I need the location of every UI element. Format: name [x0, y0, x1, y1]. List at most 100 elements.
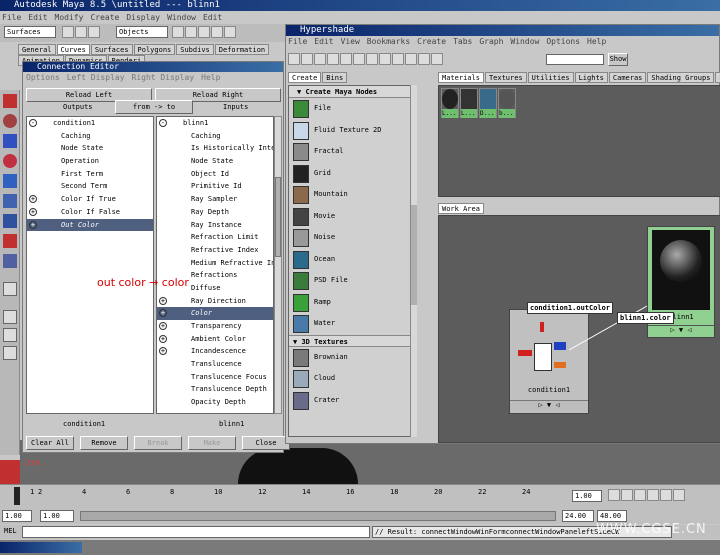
open-scene-icon[interactable]	[75, 26, 87, 38]
tab-materials[interactable]: Materials	[438, 72, 484, 83]
layout-four-icon[interactable]	[3, 310, 17, 324]
snap-curve-icon[interactable]	[185, 26, 197, 38]
list-item[interactable]: Operation	[27, 155, 153, 168]
list-item[interactable]: Ray Instance	[157, 219, 273, 232]
texture-item[interactable]: Fractal	[289, 141, 415, 163]
list-item[interactable]: + Color If False	[27, 206, 153, 219]
shelf-tab-curves[interactable]: Curves	[56, 44, 90, 55]
list-item[interactable]: Primitive Id	[157, 180, 273, 193]
menu-item-modify[interactable]: Modify	[55, 13, 84, 22]
menu-item-window[interactable]: Window	[167, 13, 196, 22]
show-button[interactable]: Show	[608, 53, 628, 66]
tab-cameras[interactable]: Cameras	[608, 72, 647, 83]
texture-item[interactable]: Cloud	[289, 368, 415, 390]
list-item[interactable]: + Ray Direction	[157, 295, 273, 308]
close-button[interactable]: Close	[242, 436, 290, 450]
expand-icon[interactable]: +	[159, 334, 167, 343]
graph-materials-icon[interactable]	[392, 53, 404, 65]
list-item[interactable]: Second Term	[27, 180, 153, 193]
range-bar[interactable]	[80, 511, 556, 521]
menu-item-options[interactable]: Options	[26, 73, 60, 82]
menu-item-display[interactable]: Display	[126, 13, 160, 22]
scale-tool-icon[interactable]	[3, 174, 17, 188]
range-start-field[interactable]: 1.00	[40, 510, 74, 522]
clear-graph-icon[interactable]	[366, 53, 378, 65]
inputs-scrollbar[interactable]	[274, 116, 282, 414]
time-slider[interactable]: 1 2 4 6 8 10 12 14 16 18 20 22 24 1.00	[0, 484, 720, 508]
expand-icon[interactable]: +	[29, 195, 37, 204]
toggle-create-bar-icon[interactable]	[288, 53, 300, 65]
go-to-end-icon[interactable]	[673, 489, 685, 501]
list-item[interactable]: Is Historically Interes	[157, 142, 273, 155]
show-bottom-tabs-icon[interactable]	[314, 53, 326, 65]
texture-item[interactable]: Grid	[289, 163, 415, 185]
make-button[interactable]: Make	[188, 436, 236, 450]
outputs-list[interactable]: - condition1 Caching Node State Operation Fir…	[26, 116, 154, 414]
current-time-marker[interactable]	[14, 487, 20, 505]
list-item[interactable]: - blinn1	[157, 117, 273, 130]
remove-button[interactable]: Remove	[80, 436, 128, 450]
create-bar-scrollbar[interactable]	[410, 85, 417, 437]
shelf-tab-subdivs[interactable]: Subdivs	[176, 44, 214, 55]
shelf-tab-surfaces[interactable]: Surfaces	[90, 44, 133, 55]
create-maya-nodes-header[interactable]: ▼ Create Maya Nodes	[289, 86, 415, 98]
texture-item[interactable]: Crater	[289, 390, 415, 412]
soft-mod-icon[interactable]	[3, 214, 17, 228]
show-manip-icon[interactable]	[3, 234, 17, 248]
list-item[interactable]: Opacity Depth	[157, 396, 273, 409]
menu-item-right-display[interactable]: Right Display	[132, 73, 195, 82]
texture-item[interactable]: Ocean	[289, 249, 415, 271]
material-swatch[interactable]: L...	[441, 88, 459, 118]
list-item[interactable]: + Ambient Color	[157, 333, 273, 346]
texture-item[interactable]: Water	[289, 313, 415, 335]
command-input[interactable]	[22, 526, 370, 538]
tab-create[interactable]: Create	[288, 72, 322, 83]
menu-item-window[interactable]: Window	[510, 37, 539, 46]
menu-item-help[interactable]: Help	[201, 73, 220, 82]
list-item[interactable]: + Incandescence	[157, 345, 273, 358]
list-item[interactable]: Object Id	[157, 168, 273, 181]
texture-item[interactable]: Movie	[289, 206, 415, 228]
lasso-tool-icon[interactable]	[3, 114, 17, 128]
tab-textures[interactable]: Textures	[484, 72, 527, 83]
menu-item-file[interactable]: File	[2, 13, 21, 22]
menu-item-options[interactable]: Options	[546, 37, 580, 46]
list-item[interactable]: + Transparency	[157, 320, 273, 333]
tab-bins[interactable]: Bins	[322, 72, 348, 83]
mode-select[interactable]: Surfaces	[4, 26, 56, 38]
go-to-start-icon[interactable]	[608, 489, 620, 501]
shelf-tab-general[interactable]: General	[18, 44, 56, 55]
menu-item-view[interactable]: View	[341, 37, 360, 46]
inputs-list[interactable]: - blinn1 Caching Is Historically Interes Nod…	[156, 116, 274, 414]
menu-item-edit[interactable]: Edit	[28, 13, 47, 22]
list-item[interactable]: Ray Sampler	[157, 193, 273, 206]
tab-bake-sets[interactable]: Bake Sets	[715, 72, 720, 83]
layout-split-icon[interactable]	[3, 328, 17, 342]
input-connections-icon[interactable]	[405, 53, 417, 65]
scrollbar-thumb[interactable]	[275, 177, 281, 257]
tab-utilities[interactable]: Utilities	[527, 72, 574, 83]
list-item[interactable]: + Out Color	[27, 218, 153, 232]
rearrange-graph-icon[interactable]	[379, 53, 391, 65]
list-item[interactable]: Ray Depth	[157, 206, 273, 219]
new-scene-icon[interactable]	[62, 26, 74, 38]
menu-item-left-display[interactable]: Left Display	[67, 73, 125, 82]
create-bar-scroll-thumb[interactable]	[411, 205, 417, 305]
materials-area[interactable]: L... L... D... b...	[438, 85, 720, 197]
list-item[interactable]: Translucence Focus	[157, 371, 273, 384]
list-item[interactable]: Caching	[157, 130, 273, 143]
expand-icon[interactable]: +	[159, 309, 167, 318]
direction-button[interactable]: from -> to	[115, 100, 193, 114]
range-end-field[interactable]: 24.00	[562, 510, 594, 522]
texture-item[interactable]: Fluid Texture 2D	[289, 120, 415, 142]
menu-item-help[interactable]: Help	[587, 37, 606, 46]
textures-3d-header[interactable]: ▼ 3D Textures	[289, 334, 415, 347]
move-tool-icon[interactable]	[3, 134, 17, 148]
shelf-tab-polygons[interactable]: Polygons	[133, 44, 176, 55]
material-swatch[interactable]: b...	[498, 88, 516, 118]
play-back-icon[interactable]	[634, 489, 646, 501]
texture-item[interactable]: Ramp	[289, 292, 415, 314]
menu-item-create[interactable]: Create	[417, 37, 446, 46]
texture-item[interactable]: Brownian	[289, 347, 415, 369]
next-graph-icon[interactable]	[353, 53, 365, 65]
